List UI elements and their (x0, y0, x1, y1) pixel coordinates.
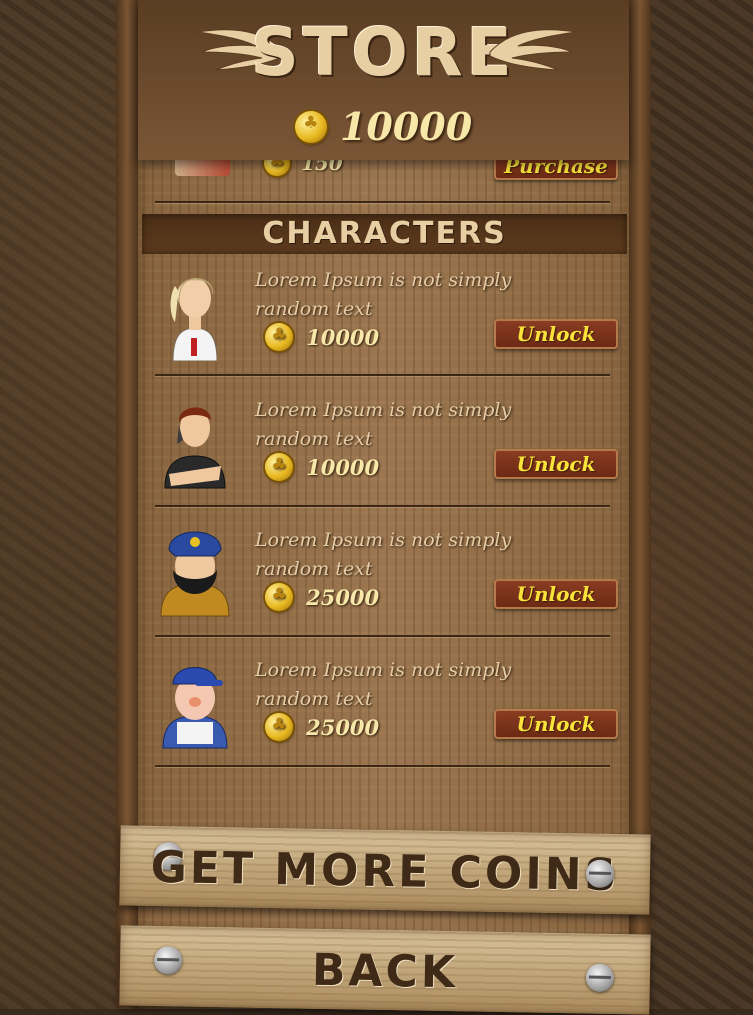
coin-balance: 10000 (138, 104, 629, 149)
unlock-button[interactable]: Unlock (494, 319, 618, 349)
man-black-shirt-avatar-icon (164, 407, 226, 489)
character-price-value: 25000 (306, 584, 380, 610)
character-price: 10000 (257, 323, 379, 351)
blonde-woman-avatar-icon (170, 278, 218, 361)
character-row: Lorem Ipsum is not simply random text 25… (155, 526, 618, 636)
divider (155, 765, 610, 767)
character-row: Lorem Ipsum is not simply random text 25… (155, 656, 618, 766)
character-price: 25000 (257, 713, 379, 741)
character-price: 10000 (257, 453, 379, 481)
character-row: Lorem Ipsum is not simply random text 10… (155, 396, 618, 506)
character-description: Lorem Ipsum is not simply random text (255, 529, 512, 580)
character-description: Lorem Ipsum is not simply random text (255, 659, 512, 710)
character-price-value: 10000 (306, 454, 380, 480)
coin-icon (294, 110, 327, 143)
characters-section-header: CHARACTERS (142, 214, 627, 254)
coin-icon (265, 713, 293, 741)
coin-icon (265, 583, 293, 611)
balance-value: 10000 (339, 104, 473, 149)
store-header: STORE 10000 (138, 0, 629, 160)
back-label: BACK (311, 944, 459, 999)
character-description: Lorem Ipsum is not simply random text (255, 399, 512, 450)
character-price: 25000 (257, 583, 379, 611)
worker-blue-cap-avatar-icon (162, 667, 228, 749)
character-price-value: 10000 (306, 324, 380, 350)
get-more-coins-label: GET MORE COINS (150, 841, 620, 902)
bearded-miner-avatar-icon (160, 531, 230, 617)
divider (155, 201, 610, 203)
coin-icon (265, 453, 293, 481)
unlock-button[interactable]: Unlock (494, 449, 618, 479)
character-description: Lorem Ipsum is not simply random text (255, 269, 512, 320)
section-title: CHARACTERS (262, 216, 507, 251)
unlock-button[interactable]: Unlock (494, 709, 618, 739)
get-more-coins-button[interactable]: GET MORE COINS (119, 825, 651, 915)
unlock-button[interactable]: Unlock (494, 579, 618, 609)
character-price-value: 25000 (306, 714, 380, 740)
divider (155, 505, 610, 507)
back-button[interactable]: BACK (119, 925, 651, 1015)
character-row: Lorem Ipsum is not simply random text 10… (155, 266, 618, 376)
divider (155, 374, 610, 376)
coin-icon (265, 323, 293, 351)
divider (155, 635, 610, 637)
wing-ornament-icon (489, 29, 577, 71)
